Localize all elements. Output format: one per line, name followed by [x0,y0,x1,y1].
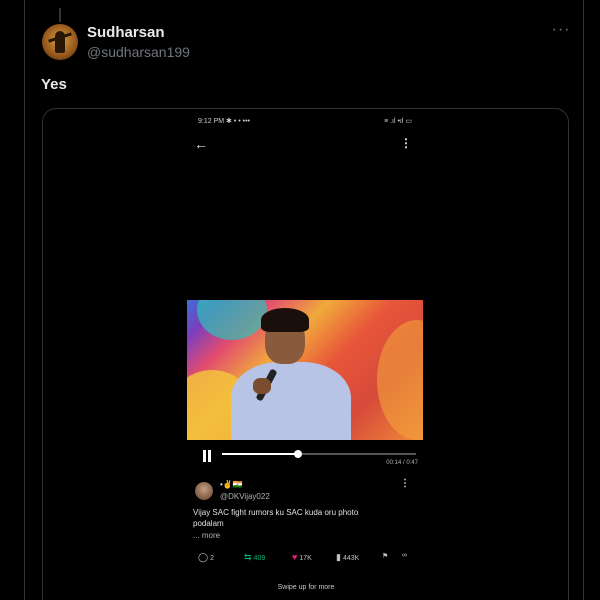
phone-status-bar: 9:12 PM ✱ • • ••• ≡ .ıl •ıl ▭ [198,116,414,128]
share-icon: ∞ [402,552,407,559]
embedded-screenshot: 9:12 PM ✱ • • ••• ≡ .ıl •ıl ▭ ← ⋮ 00:14 … [186,110,426,600]
like-count: 17K [299,555,312,562]
embedded-post-text: Vijay SAC fight rumors ku SAC kuda oru p… [193,508,359,528]
tweet-text: Yes [41,76,67,93]
like-action: ♥ 17K [292,552,312,562]
repost-icon: ⇆ [244,552,252,562]
video-frame [187,300,423,440]
display-name[interactable]: Sudharsan [87,24,165,41]
views-count: 443K [342,555,360,562]
reply-action: ◯ 2 [198,552,214,563]
more-vertical-icon: ⋮ [400,478,410,489]
embedded-action-bar: ◯ 2 ⇆ 409 ♥ 17K ▮ 443K ⚑ ∞ [186,552,426,566]
timeline-left-border [24,0,25,600]
back-arrow-icon: ← [194,136,208,152]
status-bar-indicators: ≡ .ıl •ıl ▭ [384,118,412,125]
video-controls: 00:14 / 0:47 [186,442,426,468]
backdrop-teal-shape [197,300,267,340]
timeline-right-border [583,0,584,600]
reply-icon: ◯ [198,552,209,562]
thread-connector-line [59,8,61,22]
embedded-post-avatar [195,482,213,500]
pause-icon [202,450,212,462]
bookmark-icon: ⚑ [382,553,389,560]
embedded-post-handle: @DKVijay022 [220,492,270,501]
views-action: ▮ 443K [336,552,359,563]
bar-chart-icon: ▮ [336,552,341,562]
embedded-post-name: •✌🇮🇳 [220,480,243,489]
video-time: 00:14 / 0:47 [386,460,418,466]
video-progress-thumb [293,450,302,458]
heart-icon: ♥ [292,552,298,562]
backdrop-orange-shape [377,320,423,440]
speaker-body [231,362,351,440]
repost-count: 409 [253,555,266,562]
more-vertical-icon: ⋮ [400,136,412,150]
swipe-hint: Swipe up for more [277,584,335,591]
more-horizontal-icon[interactable]: ··· [551,22,571,41]
speaker-hand [253,378,271,394]
status-bar-time: 9:12 PM ✱ • • ••• [198,118,250,125]
repost-action: ⇆ 409 [244,552,265,563]
video-progress-fill [222,453,298,455]
user-handle[interactable]: @sudharsan199 [87,44,190,60]
speaker-hair [261,308,309,332]
avatar[interactable] [42,24,78,60]
embedded-post-more-link: ... more [193,531,221,540]
video-progress-track [222,450,416,458]
reply-count: 2 [210,555,214,562]
